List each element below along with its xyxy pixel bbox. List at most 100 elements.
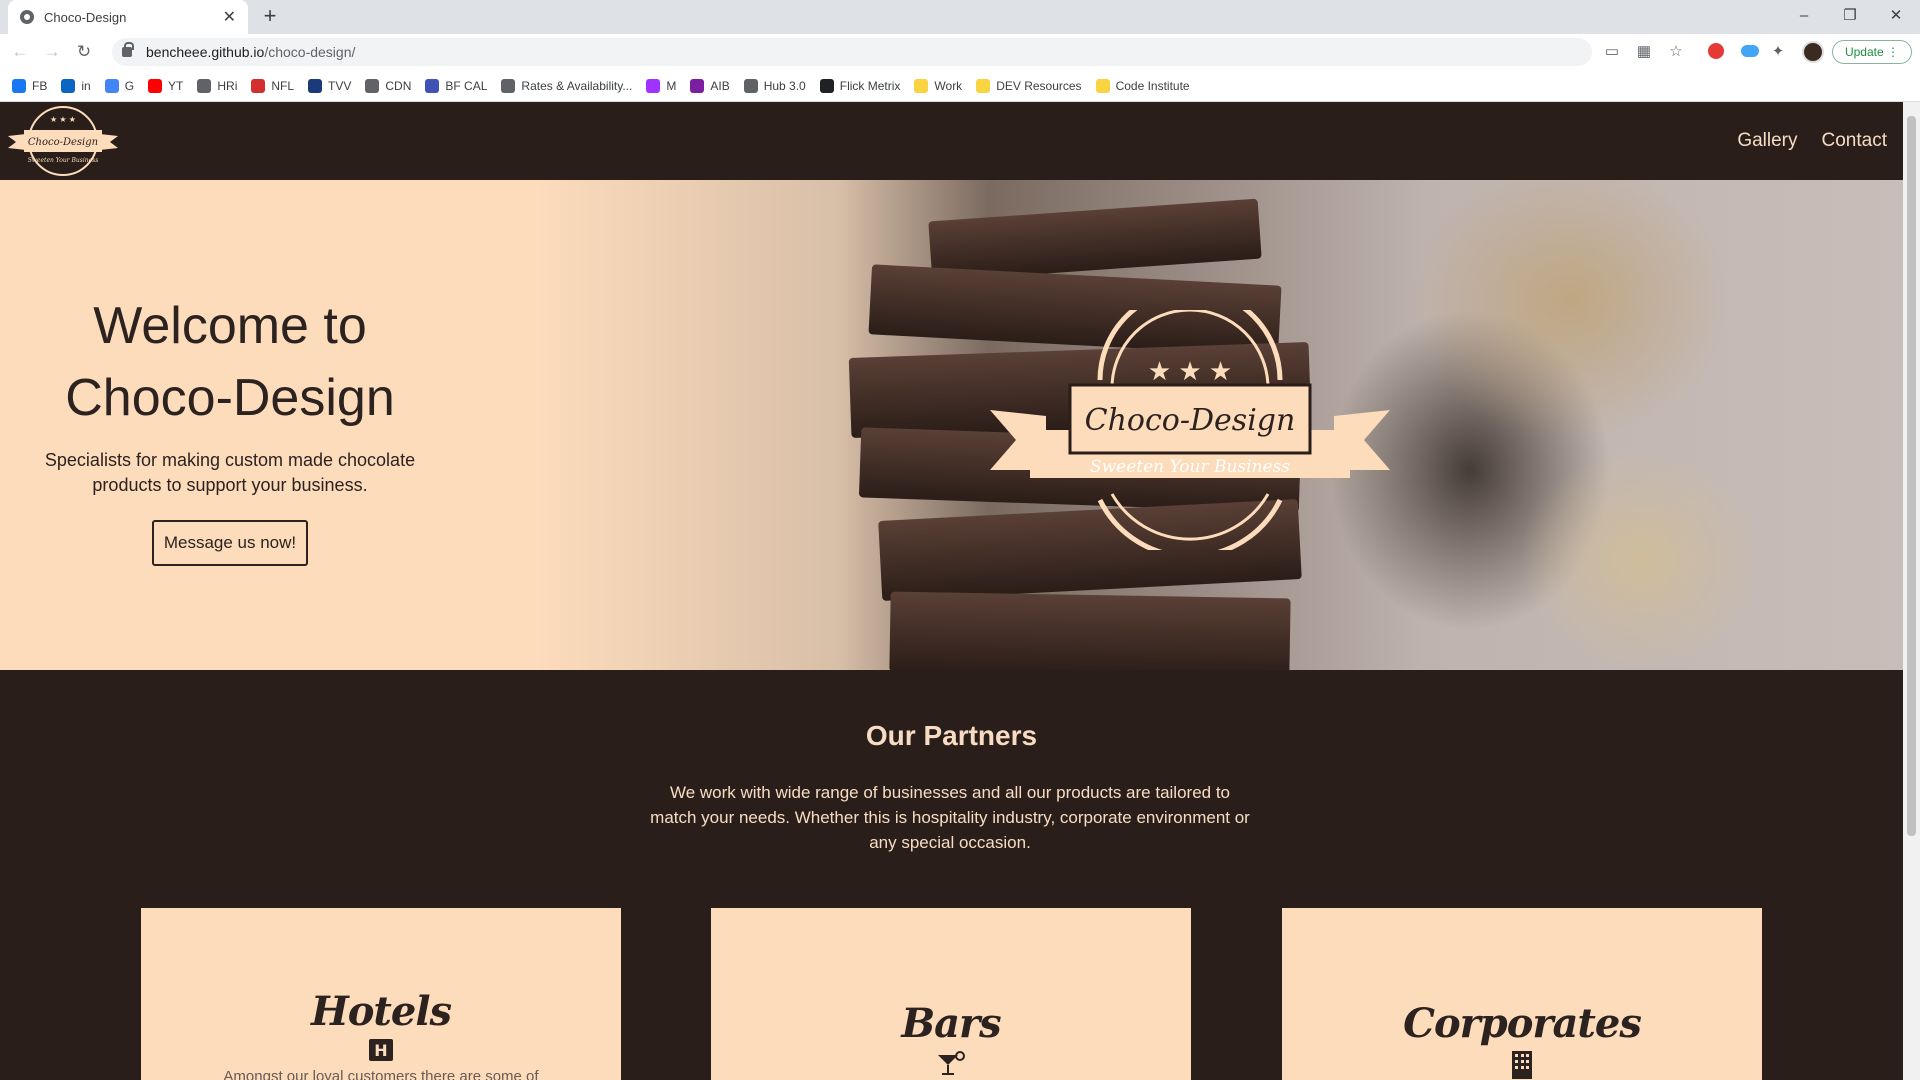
bookmark-icon — [12, 78, 26, 93]
bookmark-icon — [976, 78, 991, 93]
svg-text:H: H — [374, 1041, 387, 1060]
nav-gallery[interactable]: Gallery — [1737, 130, 1797, 152]
bookmark-label: HRi — [217, 78, 238, 93]
update-button[interactable]: Update ⋮ — [1832, 40, 1912, 64]
bookmark-item[interactable]: Work — [914, 78, 963, 93]
bookmark-icon — [646, 78, 661, 93]
bookmark-item[interactable]: TVV — [308, 78, 352, 93]
bookmark-label: Rates & Availability... — [521, 78, 633, 93]
bookmark-label: Flick Metrix — [839, 78, 901, 93]
extensions-icon[interactable]: ✦ — [1766, 40, 1790, 64]
bookmark-label: G — [124, 78, 135, 93]
site-header: Choco-Design Sweeten Your Business ★ ★ ★… — [0, 102, 1903, 180]
bookmark-item[interactable]: Flick Metrix — [819, 78, 901, 93]
bookmark-item[interactable]: DEV Resources — [976, 78, 1082, 93]
url-host: bencheee.github.io — [146, 44, 265, 60]
partner-card-bars[interactable]: Bars — [711, 908, 1191, 1080]
bookmark-item[interactable]: NFL — [251, 78, 295, 93]
bookmark-item[interactable]: G — [104, 78, 135, 93]
partner-card-corporates[interactable]: Corporates — [1282, 908, 1762, 1080]
bookmark-label: Code Institute — [1115, 78, 1190, 93]
cloud-extension-icon[interactable] — [1741, 45, 1759, 57]
message-us-button[interactable]: Message us now! — [151, 520, 309, 566]
qr-icon[interactable]: ▦ — [1632, 40, 1656, 64]
partners-title: Our Partners — [865, 720, 1038, 751]
bookmark-item[interactable]: CDN — [365, 78, 411, 93]
browser-tab[interactable]: Choco-Design ✕ — [8, 0, 248, 34]
new-tab-button[interactable]: + — [258, 4, 282, 28]
close-window-icon[interactable]: ✕ — [1876, 4, 1916, 28]
page-scrollbar[interactable] — [1903, 102, 1920, 1080]
address-bar[interactable]: bencheee.github.io/choco-design/ — [112, 38, 1592, 66]
bookmark-label: TVV — [328, 78, 352, 93]
hotel-icon: H — [369, 1039, 393, 1066]
bookmark-label: NFL — [271, 78, 295, 93]
bookmark-item[interactable]: M — [646, 78, 677, 93]
bookmark-label: AIB — [710, 78, 730, 93]
bookmark-label: Work — [934, 78, 963, 93]
bookmark-label: BF CAL — [445, 78, 488, 93]
bookmark-item[interactable]: Hub 3.0 — [743, 78, 806, 93]
bookmark-label: Hub 3.0 — [763, 78, 806, 93]
cast-icon[interactable]: ▭ — [1600, 40, 1624, 64]
bookmark-item[interactable]: in — [61, 78, 91, 93]
partner-card-hotels[interactable]: Hotels H Amongst our loyal customers the… — [141, 908, 621, 1080]
bookmark-label: FB — [32, 78, 48, 93]
bookmark-icon — [501, 78, 516, 93]
bookmark-label: in — [81, 78, 91, 93]
hero-title-line1: Welcome to — [93, 297, 367, 355]
svg-text:★ ★ ★: ★ ★ ★ — [1148, 356, 1232, 386]
bookmark-item[interactable]: YT — [148, 78, 184, 93]
logo-tagline: Sweeten Your Business — [28, 157, 99, 164]
bookmark-label: YT — [168, 78, 184, 93]
lock-icon — [122, 42, 134, 57]
logo-text: Choco-Design — [28, 137, 98, 148]
card-title: Corporates — [1403, 1000, 1642, 1047]
nav-contact[interactable]: Contact — [1822, 130, 1887, 152]
avatar[interactable] — [1802, 41, 1824, 63]
bookmark-icon — [308, 78, 323, 93]
card-title: Hotels — [310, 988, 452, 1035]
cocktail-icon — [936, 1051, 966, 1080]
bookmark-icon — [690, 78, 705, 93]
bookmarks-bar: FB in G YT HRi NFL TVV CDN BF CAL Rates & Availab… — [0, 70, 1920, 102]
bookmark-item[interactable]: HRi — [197, 78, 238, 93]
bookmark-icon — [819, 78, 834, 93]
reload-icon[interactable]: ↻ — [72, 40, 96, 64]
hero-title-line2: Choco-Design — [65, 369, 395, 427]
logo[interactable]: Choco-Design Sweeten Your Business ★ ★ ★ — [4, 104, 122, 178]
bookmark-icon — [914, 78, 929, 93]
bookmark-icon — [743, 78, 758, 93]
minimize-icon[interactable]: – — [1784, 4, 1824, 28]
bookmark-icon — [425, 78, 440, 93]
bookmark-icon — [148, 78, 163, 93]
emblem-logo: ★ ★ ★ Choco-Design Sweeten Your Business — [990, 310, 1390, 550]
bookmark-item[interactable]: Rates & Availability... — [501, 78, 633, 93]
bookmark-item[interactable]: FB — [12, 78, 48, 93]
star-icon[interactable]: ☆ — [1664, 40, 1688, 64]
bookmark-icon — [104, 78, 119, 93]
bookmark-icon — [197, 78, 212, 93]
bookmark-label: M — [666, 78, 677, 93]
browser-tabstrip: Choco-Design ✕ + – ❐ ✕ — [0, 0, 1920, 34]
url-path: /choco-design/ — [264, 44, 356, 60]
svg-text:★ ★ ★: ★ ★ ★ — [50, 115, 76, 124]
bookmark-item[interactable]: AIB — [690, 78, 730, 93]
close-tab-icon[interactable]: ✕ — [223, 7, 236, 27]
partners-section: Our Partners We work with wide range of … — [0, 670, 1903, 1080]
forward-icon[interactable]: → — [40, 40, 64, 64]
emblem-text: Choco-Design — [1085, 403, 1296, 438]
restore-icon[interactable]: ❐ — [1830, 4, 1870, 28]
scrollbar-thumb[interactable] — [1907, 116, 1916, 836]
bookmark-item[interactable]: BF CAL — [425, 78, 488, 93]
bookmark-icon — [365, 78, 380, 93]
site-nav: Gallery Contact — [1737, 130, 1887, 152]
emblem-tagline: Sweeten Your Business — [1090, 457, 1290, 477]
bookmark-item[interactable]: Code Institute — [1095, 78, 1190, 93]
opera-extension-icon[interactable] — [1708, 43, 1724, 59]
bookmark-label: DEV Resources — [996, 78, 1082, 93]
building-icon — [1511, 1051, 1533, 1080]
browser-toolbar: ← → ↻ bencheee.github.io/choco-design/ ▭… — [0, 34, 1920, 70]
back-icon[interactable]: ← — [8, 40, 32, 64]
bookmark-icon — [1095, 78, 1110, 93]
